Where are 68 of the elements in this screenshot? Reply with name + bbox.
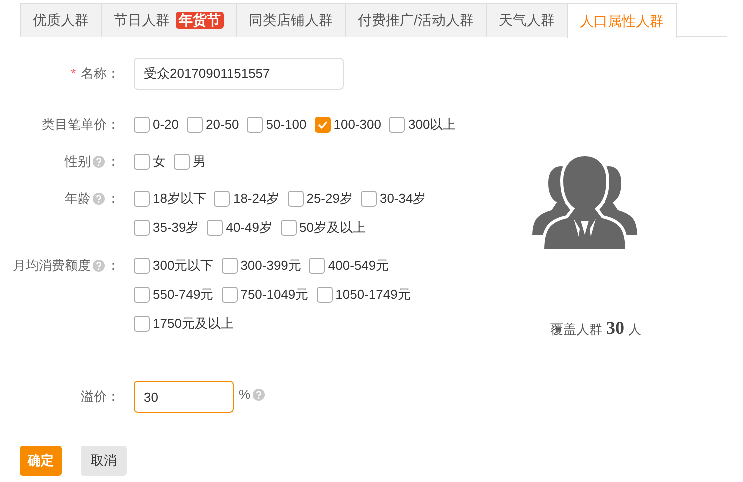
tab[interactable]: 优质人群 xyxy=(20,3,102,37)
option-label: 20-50 xyxy=(206,116,240,134)
checkbox[interactable] xyxy=(207,220,224,236)
checkbox[interactable] xyxy=(247,117,264,133)
unit-label: % xyxy=(239,386,251,404)
colon: ： xyxy=(107,153,120,172)
checkbox[interactable] xyxy=(309,258,326,274)
option-label: 1750元及以上 xyxy=(153,315,234,334)
required-mark: * xyxy=(70,65,76,84)
option-label: 50-100 xyxy=(266,116,307,134)
option-label: 18-24岁 xyxy=(233,190,280,208)
name-field[interactable]: 受众20170901151557 xyxy=(134,58,344,90)
checkbox[interactable] xyxy=(134,191,150,207)
help-icon[interactable] xyxy=(252,388,265,401)
checkbox[interactable] xyxy=(280,220,296,236)
checkbox[interactable] xyxy=(134,316,150,332)
tab[interactable]: 节日人群 年货节 xyxy=(101,3,237,37)
option-label: 300元以下 xyxy=(153,257,214,276)
help-icon[interactable] xyxy=(93,260,105,272)
checkbox[interactable] xyxy=(214,191,230,207)
tab-badge: 年货节 xyxy=(176,12,224,29)
option-label: 300以上 xyxy=(408,116,456,134)
checkbox[interactable] xyxy=(134,220,150,236)
option-label: 0-20 xyxy=(153,116,180,134)
field-label: 年龄 xyxy=(65,190,91,208)
field-label: 月均消费额度 xyxy=(13,257,91,276)
option-label: 1050-1749元 xyxy=(336,286,411,304)
option-label: 40-49岁 xyxy=(226,219,272,238)
tab[interactable]: 同类店铺人群 xyxy=(236,3,346,37)
option-label: 女 xyxy=(153,153,166,172)
cancel-button[interactable]: 取消 xyxy=(81,446,127,476)
tab[interactable]: 天气人群 xyxy=(486,3,568,37)
check-icon xyxy=(316,119,329,131)
checkbox[interactable] xyxy=(316,287,333,303)
tab[interactable]: 付费推广/活动人群 xyxy=(345,3,487,37)
checkbox[interactable] xyxy=(360,191,377,207)
field-label: 溢价： xyxy=(81,388,120,406)
option-label: 30-34岁 xyxy=(380,190,426,208)
coverage-text: 覆盖人群 30 人 xyxy=(550,317,642,340)
option-label: 400-549元 xyxy=(328,257,390,276)
checkbox[interactable] xyxy=(134,258,150,274)
field-label: 名称： xyxy=(81,65,120,84)
field-label: 性别 xyxy=(65,153,91,172)
help-icon[interactable] xyxy=(93,193,105,205)
colon: ： xyxy=(107,190,120,208)
checkbox[interactable] xyxy=(314,117,331,133)
option-label: 男 xyxy=(193,153,206,172)
checkbox[interactable] xyxy=(134,287,150,303)
option-label: 50岁及以上 xyxy=(300,219,366,238)
option-label: 550-749元 xyxy=(153,286,214,304)
checkbox[interactable] xyxy=(174,154,190,170)
colon: ： xyxy=(107,257,120,276)
option-label: 25-29岁 xyxy=(306,190,353,208)
checkbox[interactable] xyxy=(187,117,204,133)
option-label: 100-300 xyxy=(334,116,382,134)
premium-field[interactable]: 30 xyxy=(134,381,234,413)
help-icon[interactable] xyxy=(93,156,105,168)
checkbox[interactable] xyxy=(288,191,304,207)
checkbox[interactable] xyxy=(134,117,150,133)
option-label: 300-399元 xyxy=(240,257,302,276)
option-label: 750-1049元 xyxy=(240,286,309,304)
checkbox[interactable] xyxy=(134,154,150,170)
field-label: 类目笔单价： xyxy=(42,116,120,134)
option-label: 18岁以下 xyxy=(153,190,206,208)
option-label: 35-39岁 xyxy=(153,219,200,238)
checkbox[interactable] xyxy=(222,258,238,274)
checkbox[interactable] xyxy=(222,287,238,303)
checkbox[interactable] xyxy=(389,117,406,133)
